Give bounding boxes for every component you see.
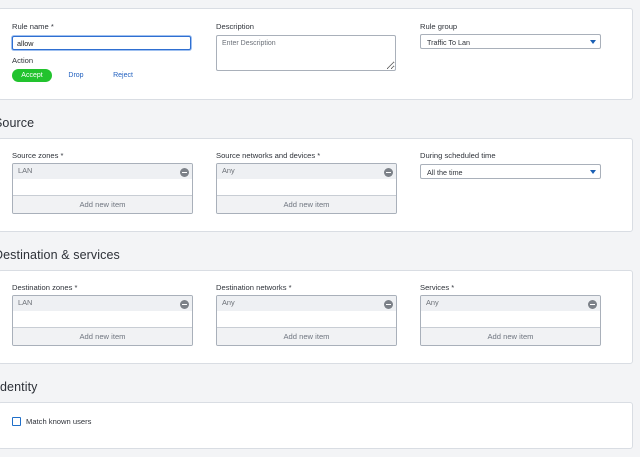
destination-title: Destination & services xyxy=(0,248,120,262)
action-label: Action xyxy=(12,56,34,65)
add-new-item-button[interactable]: Add new item xyxy=(421,327,600,345)
list-item: Any xyxy=(217,164,396,179)
source-zones-label: Source zones * xyxy=(12,151,64,160)
rule-panel: Rule name * Action Accept Drop Reject De… xyxy=(0,8,633,100)
rule-group-select[interactable]: Traffic To Lan xyxy=(420,34,601,49)
schedule-value: All the time xyxy=(427,168,463,177)
services-label: Services * xyxy=(420,283,455,292)
source-networks-list: Any Add new item xyxy=(216,163,397,214)
remove-icon[interactable] xyxy=(180,168,189,177)
source-networks-label: Source networks and devices * xyxy=(216,151,321,160)
destination-networks-label: Destination networks * xyxy=(216,283,292,292)
rule-group-label: Rule group xyxy=(420,22,458,31)
accept-button[interactable]: Accept xyxy=(12,69,52,82)
list-item: Any xyxy=(217,296,396,311)
schedule-label: During scheduled time xyxy=(420,151,496,160)
identity-title: dentity xyxy=(0,380,38,394)
source-panel: Source zones * LAN Add new item Source n… xyxy=(0,138,633,232)
list-item: Any xyxy=(421,296,600,311)
destination-networks-list: Any Add new item xyxy=(216,295,397,346)
add-new-item-button[interactable]: Add new item xyxy=(13,327,192,345)
source-zones-list: LAN Add new item xyxy=(12,163,193,214)
match-known-users-label: Match known users xyxy=(26,417,92,426)
chevron-down-icon xyxy=(590,40,596,44)
remove-icon[interactable] xyxy=(588,300,597,309)
remove-icon[interactable] xyxy=(384,168,393,177)
rule-name-input[interactable] xyxy=(12,36,191,50)
services-list: Any Add new item xyxy=(420,295,601,346)
list-item: LAN xyxy=(13,164,192,179)
add-new-item-button[interactable]: Add new item xyxy=(13,195,192,213)
identity-panel: Match known users xyxy=(0,402,633,449)
rule-group-value: Traffic To Lan xyxy=(427,38,471,47)
add-new-item-button[interactable]: Add new item xyxy=(217,195,396,213)
rule-name-label: Rule name * xyxy=(12,22,54,31)
description-label: Description xyxy=(216,22,254,31)
drop-button[interactable]: Drop xyxy=(61,69,91,82)
destination-panel: Destination zones * LAN Add new item Des… xyxy=(0,270,633,364)
add-new-item-button[interactable]: Add new item xyxy=(217,327,396,345)
remove-icon[interactable] xyxy=(384,300,393,309)
list-item: LAN xyxy=(13,296,192,311)
remove-icon[interactable] xyxy=(180,300,189,309)
chevron-down-icon xyxy=(590,170,596,174)
destination-zones-label: Destination zones * xyxy=(12,283,78,292)
match-known-users-checkbox[interactable] xyxy=(12,417,21,426)
source-title: Source xyxy=(0,116,35,130)
reject-button[interactable]: Reject xyxy=(107,69,139,82)
schedule-select[interactable]: All the time xyxy=(420,164,601,179)
description-field[interactable] xyxy=(216,35,396,71)
destination-zones-list: LAN Add new item xyxy=(12,295,193,346)
